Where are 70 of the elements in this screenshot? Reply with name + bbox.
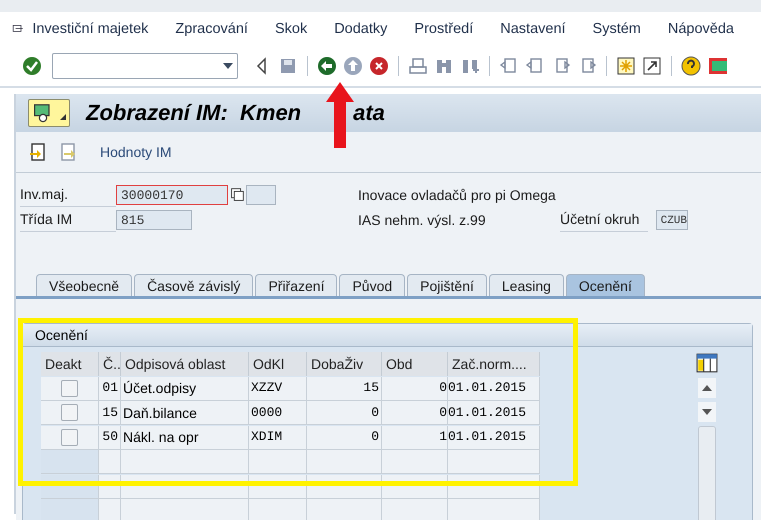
scroll-up-button[interactable]	[698, 378, 716, 398]
column-header[interactable]: Zač.norm....	[448, 352, 540, 376]
tab[interactable]: Přiřazení	[255, 274, 338, 296]
shortcut-icon[interactable]	[642, 56, 662, 76]
column-header[interactable]: Č..	[99, 352, 121, 376]
menu-item[interactable]: Systém	[592, 21, 641, 37]
table-cell: 0	[382, 401, 448, 426]
layout-icon[interactable]	[707, 56, 727, 76]
table-cell: 01	[99, 376, 121, 401]
tab[interactable]: Původ	[339, 274, 406, 296]
menu-item[interactable]: Prostředí	[414, 21, 474, 37]
annotation-arrow	[326, 82, 354, 148]
table-cell: Účet.odpisy	[121, 376, 249, 401]
command-field[interactable]	[52, 53, 238, 79]
scrollbar[interactable]	[698, 426, 716, 520]
company-code-field[interactable]: CZUB	[656, 210, 688, 230]
table-cell: XDIM	[249, 426, 307, 450]
scroll-down-button[interactable]	[698, 402, 716, 422]
table-cell: XZZV	[249, 376, 307, 401]
tab[interactable]: Leasing	[488, 274, 564, 296]
table-cell: 01.01.2015	[448, 401, 540, 426]
asset-description: Inovace ovladačů pro pi Omega	[358, 187, 557, 203]
table-cell: 01.01.2015	[448, 376, 540, 401]
field-label: Účetní okruh	[560, 208, 648, 232]
asset-number-field[interactable]: 30000170	[116, 185, 228, 205]
values-button[interactable]: Hodnoty IM	[100, 144, 172, 160]
asset-class-field[interactable]: 815	[116, 210, 192, 230]
up-triangle-icon	[702, 385, 712, 391]
menu-item[interactable]: Nápověda	[668, 21, 734, 37]
menu-item[interactable]: Dodatky	[334, 21, 388, 37]
column-header[interactable]: Obd	[382, 352, 448, 376]
help-icon[interactable]	[681, 56, 701, 76]
down-triangle-icon	[702, 409, 712, 415]
window-title: Zobrazení IM: Kmen ata	[86, 100, 385, 126]
table-cell: 15	[99, 401, 121, 426]
save-icon[interactable]	[278, 56, 298, 76]
table-cell: Nákl. na opr	[121, 426, 249, 450]
menu-item[interactable]: Nastavení	[500, 21, 566, 37]
table-cell: 0	[382, 376, 448, 401]
table-cell: 0	[307, 401, 382, 426]
checkbox[interactable]	[61, 380, 78, 397]
new-session-icon[interactable]	[616, 56, 636, 76]
table-cell: Daň.bilance	[121, 401, 249, 426]
tab[interactable]: Pojištění	[407, 274, 487, 296]
group-title: Ocenění	[23, 324, 752, 347]
table-cell: 0000	[249, 401, 307, 426]
cancel-icon[interactable]	[369, 56, 389, 76]
tab[interactable]: Časově závislý	[134, 274, 254, 296]
table-cell: 15	[307, 376, 382, 401]
menu-button[interactable]	[28, 99, 70, 127]
table-cell: 50	[99, 426, 121, 450]
checkbox[interactable]	[61, 404, 78, 422]
column-header[interactable]: Deakt	[41, 352, 99, 376]
column-header[interactable]: DobaŽiv	[307, 352, 382, 376]
print-icon[interactable]	[408, 56, 428, 76]
column-settings-icon[interactable]	[696, 352, 718, 374]
tab[interactable]: Ocenění	[566, 274, 645, 296]
table-cell: 01.01.2015	[448, 426, 540, 450]
table-cell: 1	[382, 426, 448, 450]
checkbox[interactable]	[61, 428, 78, 446]
menu-item[interactable]: Investiční majetek	[32, 21, 148, 37]
check-icon[interactable]	[22, 56, 42, 76]
subnumber-field[interactable]	[246, 185, 276, 205]
column-header[interactable]: Odpisová oblast	[121, 352, 249, 376]
column-header[interactable]: OdKl	[249, 352, 307, 376]
menu-item[interactable]: Skok	[274, 21, 308, 37]
dropdown-icon[interactable]	[223, 63, 233, 69]
table-cell: 0	[307, 426, 382, 450]
menu-item[interactable]: Zpracování	[175, 21, 248, 37]
tab[interactable]: Všeobecně	[36, 274, 132, 296]
